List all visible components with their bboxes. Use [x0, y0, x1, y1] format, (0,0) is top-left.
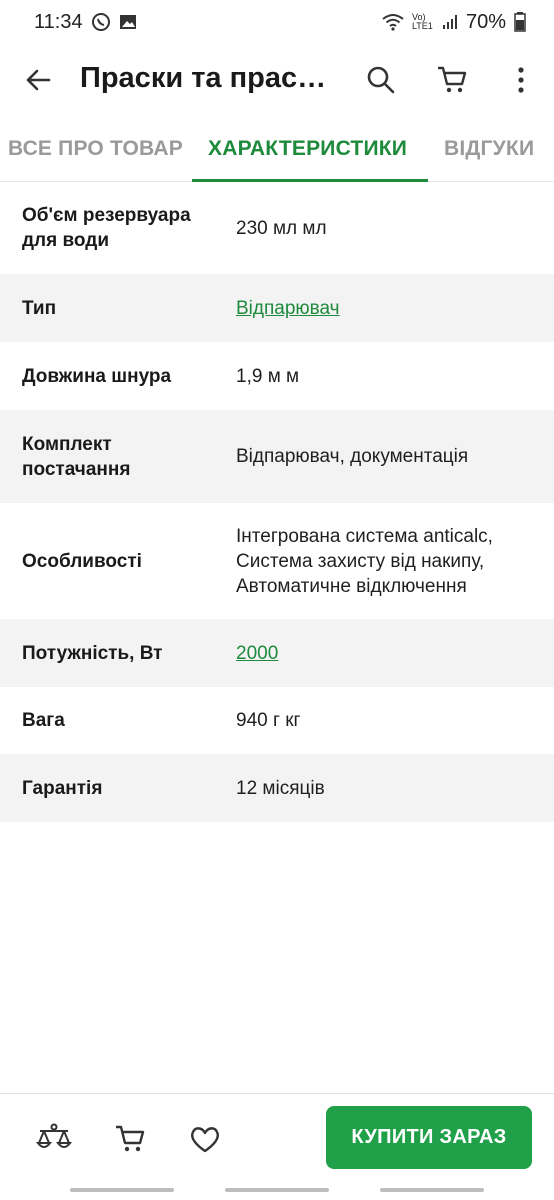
status-time: 11:34	[34, 10, 83, 33]
bottom-cart-button[interactable]	[112, 1121, 148, 1157]
cart-icon	[116, 1125, 145, 1152]
spec-row: Вага 940 г кг	[0, 687, 554, 754]
tab-bar: ВСЕ ПРО ТОВАР ХАРАКТЕРИСТИКИ ВІДГУКИ	[0, 116, 554, 182]
wifi-icon	[382, 13, 404, 31]
spec-label: Довжина шнура	[22, 365, 172, 387]
specs-table: Об'єм резервуара для води 230 мл мл Тип …	[0, 182, 554, 822]
compare-scales-icon	[36, 1123, 72, 1148]
spec-value: 940 г кг	[236, 710, 301, 731]
spec-label: Комплект постачання	[22, 433, 131, 480]
spec-row: Комплект постачання Відпарювач, документ…	[0, 410, 554, 503]
spec-row: Гарантія 12 місяців	[0, 754, 554, 822]
tab-characteristics[interactable]: ХАРАКТЕРИСТИКИ	[208, 116, 407, 182]
search-icon	[367, 66, 395, 94]
compare-button[interactable]	[36, 1121, 72, 1157]
cart-button[interactable]	[434, 62, 470, 98]
spec-label: Вага	[22, 710, 65, 731]
spec-value: Інтегрована система anticalc, Система за…	[236, 525, 493, 597]
page-title: Праски та прасувальні системи	[80, 62, 342, 94]
arrow-left-icon	[26, 69, 51, 91]
favorite-button[interactable]	[187, 1121, 223, 1157]
app-bar: Праски та прасувальні системи	[0, 44, 554, 116]
spec-row: Об'єм резервуара для води 230 мл мл	[0, 182, 554, 274]
more-vertical-icon	[518, 67, 524, 93]
spec-label: Гарантія	[22, 777, 103, 799]
spec-label: Потужність, Вт	[22, 642, 163, 664]
status-left: 11:34	[34, 11, 137, 34]
spec-value: Відпарювач, документація	[236, 446, 469, 467]
gallery-icon	[119, 13, 137, 31]
network-label: Vo) LTE1	[411, 12, 433, 31]
battery-percent: 70%	[465, 10, 506, 33]
buy-now-button[interactable]: КУПИТИ ЗАРАЗ	[326, 1106, 532, 1169]
tab-all-about-product[interactable]: ВСЕ ПРО ТОВАР	[8, 116, 183, 182]
spec-label: Особливості	[22, 550, 142, 572]
spec-value: 1,9 м м	[236, 365, 300, 387]
bottom-action-bar: КУПИТИ ЗАРАЗ	[0, 1093, 554, 1181]
signal-icon	[442, 14, 458, 30]
spec-value-link[interactable]: 2000	[214, 641, 554, 666]
back-button[interactable]	[20, 62, 56, 98]
spec-row: Тип Відпарювач	[0, 274, 554, 342]
spec-row: Довжина шнура 1,9 м м	[0, 342, 554, 410]
nav-back-pill[interactable]	[70, 1188, 174, 1192]
spec-value: 12 місяців	[236, 777, 325, 799]
status-bar: 11:34 Vo) LTE1 70%	[0, 0, 554, 44]
nav-home-pill[interactable]	[225, 1188, 329, 1192]
spec-value-link[interactable]: Відпарювач	[214, 296, 554, 321]
spec-row: Особливості Інтегрована система anticalc…	[0, 503, 554, 619]
spec-label: Тип	[22, 297, 57, 319]
search-button[interactable]	[363, 62, 399, 98]
heart-icon	[191, 1127, 219, 1153]
spec-row: Потужність, Вт 2000	[0, 619, 554, 687]
more-menu-button[interactable]	[503, 62, 539, 98]
gesture-navigation	[0, 1181, 554, 1200]
spec-value: 230 мл мл	[236, 217, 327, 239]
battery-icon	[514, 12, 526, 32]
tab-reviews[interactable]: ВІДГУКИ	[444, 116, 534, 182]
status-right: Vo) LTE1 70%	[382, 11, 526, 34]
spec-label: Об'єм резервуара для води	[22, 205, 191, 251]
cart-icon	[438, 66, 467, 93]
nav-recents-pill[interactable]	[380, 1188, 484, 1192]
viber-icon	[91, 12, 111, 32]
